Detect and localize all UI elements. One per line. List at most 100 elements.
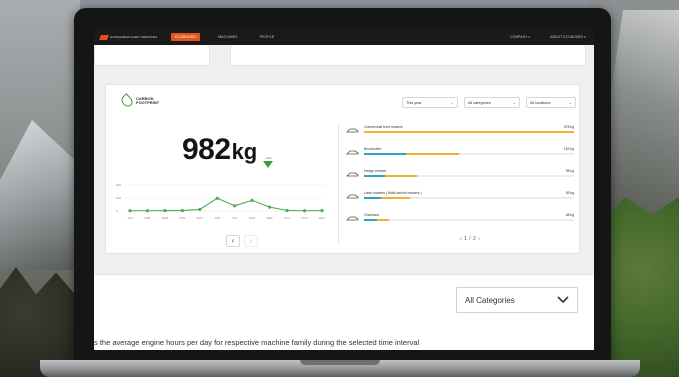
machine-bar-track [364, 153, 574, 155]
machine-value: 83 kg [565, 191, 574, 195]
x-tick-label: OCT [284, 216, 291, 220]
carbon-footprint-card: CARBON FOOTPRINT 982 kg -34% 200 100 0 JAN F… [105, 84, 580, 254]
period-filter[interactable]: This year ⌄ [402, 97, 458, 108]
machine-value: 68 kg [565, 213, 574, 217]
brand-mark-icon [99, 34, 109, 40]
arrow-down-icon [263, 161, 274, 168]
front-mower-icon [346, 128, 359, 133]
chainsaw-icon [346, 216, 359, 221]
machine-bar-yellow [406, 153, 459, 155]
machine-name: Commercial front mowers [364, 125, 403, 129]
chart-prev-button[interactable]: ‹ [226, 235, 240, 247]
x-tick-label: JAN [127, 216, 133, 220]
machine-row[interactable]: Commercial front mowers 578 kg [346, 125, 576, 147]
category-filter[interactable]: All categories ⌄ [464, 97, 520, 108]
machine-value: 98 kg [565, 169, 574, 173]
x-tick-label: MAR [162, 216, 170, 220]
x-tick-label: MAY [197, 216, 203, 220]
data-point[interactable] [198, 207, 202, 212]
monthly-line-chart: 200 100 0 JAN FEB MAR APR MAY JUN JUL AUG SEP OCT NOV… [116, 183, 326, 220]
data-point[interactable] [302, 209, 307, 213]
machine-bar-yellow [380, 197, 411, 199]
machine-bar-blue [364, 175, 385, 177]
chevron-down-icon: ⌄ [450, 100, 454, 105]
machine-row[interactable]: Chainsaw 68 kg [346, 213, 576, 235]
x-tick-label: APR [179, 216, 186, 220]
engine-hours-card: All Categories s the average engine hour… [94, 274, 594, 350]
brand-name: HUSQVARNA FLEET SERVICES [110, 34, 158, 39]
chevron-down-icon [557, 296, 569, 304]
laptop-notch [300, 360, 380, 365]
delta-label: -34% [264, 156, 272, 160]
about-ecoboard-menu[interactable]: ABOUT ECOBOARD ▾ [550, 35, 586, 39]
hedge-trimmer-icon [346, 172, 359, 177]
x-tick-label: JUL [232, 216, 238, 220]
category-select[interactable]: All Categories [456, 287, 578, 313]
machine-row[interactable]: Hedge trimmer 98 kg [346, 169, 576, 191]
x-tick-label: AUG [249, 216, 256, 220]
card-divider [338, 125, 339, 243]
machine-bar-blue [364, 153, 406, 155]
tab-ecoboard[interactable]: ECOBOARD [171, 33, 201, 41]
engine-hours-description: s the average engine hours per day for r… [94, 338, 420, 347]
machine-bar-track [364, 197, 574, 199]
chart-pager: ‹ › [226, 235, 262, 247]
machine-row[interactable]: Lawn mowers ( Walk-behind mowers ) 83 kg [346, 191, 576, 213]
x-tick-label: JUN [214, 216, 220, 220]
machine-value: 578 kg [563, 125, 574, 129]
machines-pager[interactable]: ‹ 1 / 2 › [460, 236, 480, 242]
data-point[interactable] [163, 209, 167, 213]
top-navigation: HUSQVARNA FLEET SERVICES ECOBOARD MACHIN… [94, 29, 594, 45]
machine-name: Chainsaw [364, 213, 379, 217]
laptop-screen: HUSQVARNA FLEET SERVICES ECOBOARD MACHIN… [94, 29, 594, 350]
y-tick-label: 100 [116, 196, 121, 200]
data-point[interactable] [285, 208, 289, 213]
chevron-down-icon: ⌄ [568, 100, 572, 105]
machine-bar-track [364, 131, 574, 133]
x-tick-label: FEB [145, 216, 151, 220]
brand-logo[interactable]: HUSQVARNA FLEET SERVICES [99, 34, 158, 40]
snow-peak [0, 120, 80, 270]
period-filter-value: This year [406, 100, 422, 105]
data-point[interactable] [145, 209, 150, 213]
company-menu[interactable]: COMPANY ▾ [510, 35, 530, 39]
machine-bar-track [364, 219, 574, 221]
location-filter-value: All locations [530, 100, 551, 105]
chart-next-button[interactable]: › [244, 235, 258, 247]
data-point[interactable] [320, 209, 324, 213]
machine-bar-blue [364, 197, 381, 199]
logo-line-2: FOOTPRINT [136, 100, 160, 105]
category-filter-value: All categories [468, 100, 491, 105]
nav-right-menu: COMPANY ▾ ABOUT ECOBOARD ▾ [490, 35, 586, 39]
tab-people[interactable]: PEOPLE [256, 33, 279, 41]
location-filter[interactable]: All locations ⌄ [526, 97, 576, 108]
machine-bar-yellow [376, 219, 390, 221]
machine-row[interactable]: Brushcutter 152 kg [346, 147, 576, 169]
carbon-total: 982 kg -34% [182, 133, 274, 168]
data-point[interactable] [268, 205, 272, 209]
previous-card-left [94, 45, 210, 66]
delta-indicator: -34% [263, 156, 274, 168]
chevron-down-icon: ⌄ [512, 100, 516, 105]
machine-bar-yellow [385, 175, 417, 177]
rock-cliff [599, 10, 679, 230]
data-point[interactable] [250, 198, 254, 202]
data-point[interactable] [180, 209, 184, 213]
machine-name: Hedge trimmer [364, 169, 387, 173]
carbon-value: 982 [182, 133, 231, 166]
series-line [130, 197, 323, 212]
previous-card-right [230, 45, 586, 66]
data-point[interactable] [233, 204, 237, 208]
x-tick-label: NOV [301, 216, 308, 220]
brushcutter-icon [346, 150, 359, 155]
carbon-footprint-logo: CARBON FOOTPRINT [119, 93, 160, 109]
data-point[interactable] [215, 196, 219, 200]
machine-breakdown-list: Commercial front mowers 578 kg Brushcutter… [346, 125, 576, 235]
carbon-unit: kg [231, 139, 258, 164]
machine-bar-track [364, 175, 574, 177]
y-tick-label: 200 [116, 183, 121, 187]
tab-machines[interactable]: MACHINES [214, 33, 242, 41]
machine-bar-yellow [364, 131, 574, 133]
data-point[interactable] [128, 209, 132, 213]
background-mountains-left [0, 0, 80, 377]
